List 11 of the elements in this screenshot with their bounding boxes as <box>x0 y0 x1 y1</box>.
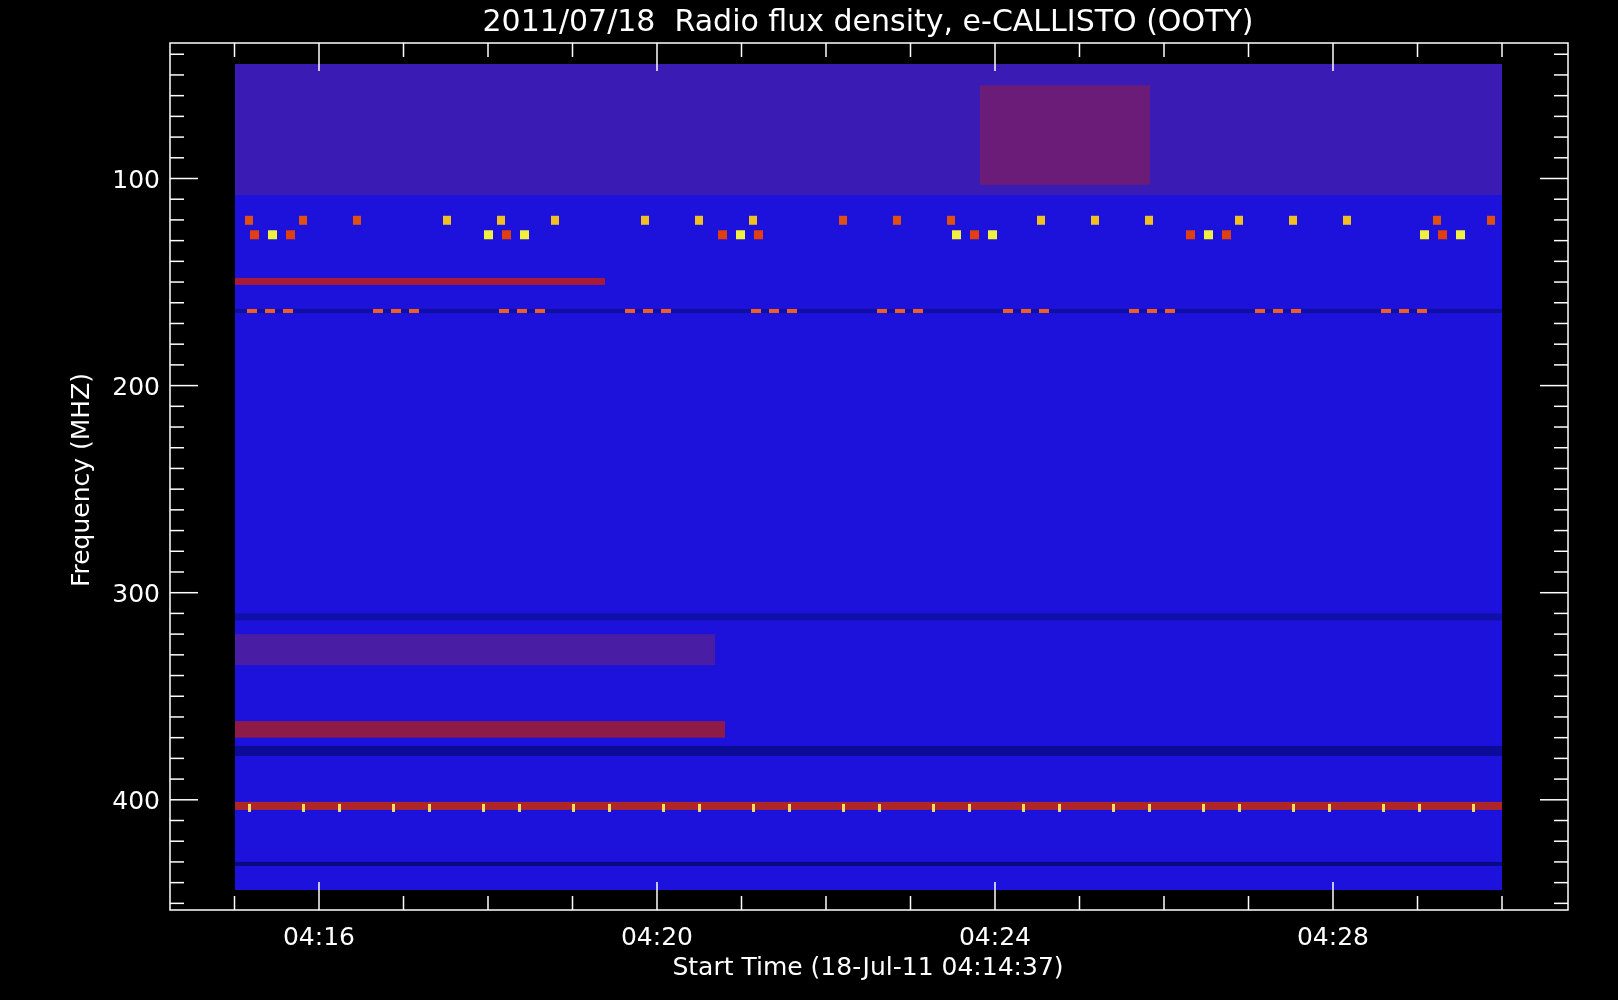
x-tick-label: 04:28 <box>1297 922 1369 951</box>
x-axis-label: Start Time (18-Jul-11 04:14:37) <box>672 952 1064 981</box>
y-tick-label: 300 <box>112 578 160 608</box>
x-tick-label: 04:20 <box>621 922 693 951</box>
chart-title: 2011/07/18 Radio flux density, e-CALLISTO (OOTY) <box>482 3 1254 38</box>
y-tick-label: 100 <box>112 164 160 194</box>
x-tick-label: 04:24 <box>959 922 1031 951</box>
y-axis-label: Frequency (MHZ) <box>66 372 95 588</box>
y-tick-label: 200 <box>112 371 160 401</box>
y-tick-label: 400 <box>112 785 160 815</box>
x-tick-label: 04:16 <box>283 922 355 951</box>
